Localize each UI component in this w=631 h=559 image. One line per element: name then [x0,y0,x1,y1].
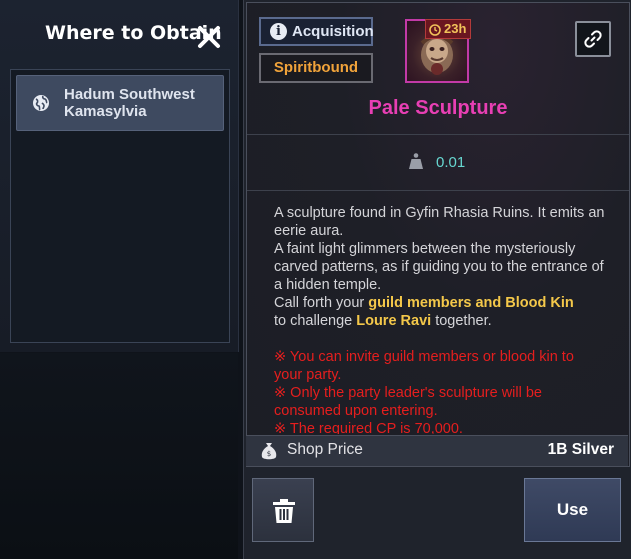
description-line: to challenge Loure Ravi together. [274,312,606,330]
description-line: A sculpture found in Gyfin Rhasia Ruins.… [274,205,605,239]
warning-line: ※ The required CP is 70,000. [274,421,463,434]
description-highlight: guild members and Blood Kin [368,295,574,311]
where-to-obtain-panel: Where to Obtain Hadum Southwest Kamasylv… [0,0,239,352]
acquisition-label: Acquisition [292,23,374,40]
globe-icon [32,94,50,112]
location-label: Hadum Southwest Kamasylvia [64,86,195,120]
description-text: Call forth your [274,295,369,311]
spiritbound-badge: Spiritbound [259,53,373,83]
close-icon[interactable] [196,24,222,50]
weight-value: 0.01 [436,154,466,171]
shop-price-bar: $ Shop Price 1B Silver [246,435,628,466]
divider [247,190,629,191]
item-description: A sculpture found in Gyfin Rhasia Ruins.… [274,204,606,434]
info-icon: i [270,23,287,40]
warning-line: ※ You can invite guild members or blood … [274,349,574,383]
use-button[interactable]: Use [524,478,621,542]
weight-icon [408,152,424,170]
acquisition-button[interactable]: i Acquisition [259,17,374,46]
delete-button[interactable] [252,478,314,542]
clock-icon [429,23,441,36]
description-line: Call forth your guild members and Blood … [274,294,606,312]
shop-price-value: 1B Silver [547,441,614,458]
money-bag-icon: $ [260,441,278,461]
timer-badge: 23h [425,19,471,39]
link-button[interactable] [575,21,611,57]
shop-price-label: Shop Price [287,441,363,458]
warning-line: ※ Only the party leader's sculpture will… [274,385,542,419]
item-name: Pale Sculpture [368,97,508,119]
location-list: Hadum Southwest Kamasylvia [10,69,230,343]
description-text: together. [431,313,492,329]
location-item[interactable]: Hadum Southwest Kamasylvia [16,75,224,131]
item-tooltip-panel: i Acquisition Spiritbound 23h Pale Sculp… [243,0,631,559]
svg-text:$: $ [267,450,271,458]
description-text: to challenge [274,313,357,329]
left-background [0,353,238,559]
description-highlight: Loure Ravi [356,313,432,329]
timer-text: 23h [444,21,467,36]
description-line: A faint light glimmers between the myste… [274,241,604,293]
weight-row: 0.01 [247,135,629,190]
